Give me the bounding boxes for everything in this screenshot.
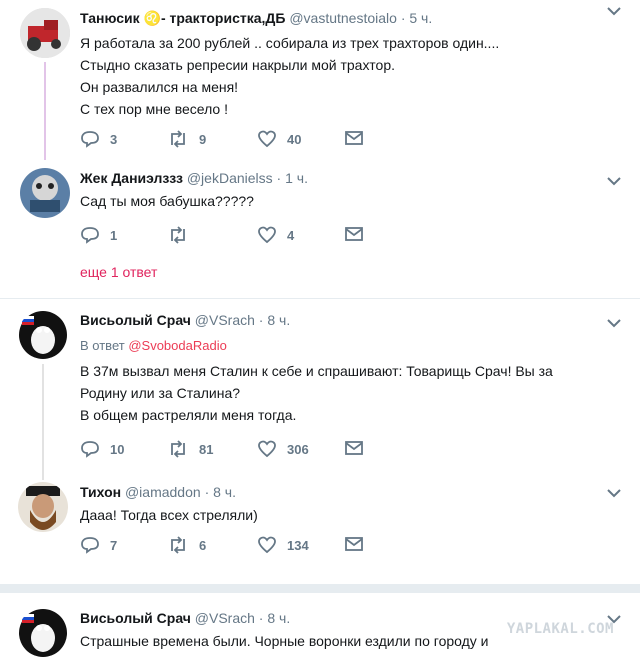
divider: [0, 298, 640, 299]
retweet-button[interactable]: 9: [167, 130, 206, 148]
tweet-line: В 37м вызвал меня Сталин к себе и спраши…: [80, 363, 553, 379]
chevron-down-icon[interactable]: [606, 318, 622, 328]
watermark: YAPLAKAL.COM: [506, 621, 614, 637]
like-button[interactable]: 40: [257, 130, 301, 148]
avatar[interactable]: [20, 168, 70, 218]
like-button[interactable]: 4: [257, 226, 294, 244]
thread-line: [44, 62, 46, 160]
retweet-count: 9: [199, 131, 207, 147]
reply-count: 1: [110, 227, 118, 243]
heart-icon: [258, 226, 276, 244]
author-handle[interactable]: @iamaddon: [125, 484, 201, 500]
tweet-line: Родину или за Сталина?: [80, 385, 241, 401]
retweet-button[interactable]: [167, 226, 199, 244]
author-name[interactable]: Жек Даниэлззз: [80, 170, 183, 186]
reply-count: 10: [110, 441, 125, 457]
tweet-time[interactable]: · 1 ч.: [277, 170, 308, 186]
reply-icon: [81, 227, 99, 244]
chevron-down-icon[interactable]: [606, 488, 622, 498]
message-button[interactable]: [344, 130, 364, 146]
tweet[interactable]: Жек Даниэлззз @jekDanielss · 1 ч. Сад ты…: [0, 160, 640, 300]
tweet[interactable]: Висьолый Срач @VSrach · 8 ч. В ответ @Sv…: [0, 300, 640, 480]
reply-mention-link[interactable]: @SvobodaRadio: [128, 338, 226, 353]
avatar[interactable]: [18, 608, 68, 658]
thread-line: [42, 364, 44, 480]
envelope-icon: [345, 227, 363, 241]
tweet-line: Дааа! Тогда всех стреляли): [80, 507, 258, 523]
like-button[interactable]: 134: [257, 536, 309, 554]
reply-button[interactable]: 1: [80, 226, 117, 244]
reply-icon: [81, 441, 99, 458]
tweet-text: Я работала за 200 рублей .. собирала из …: [80, 32, 499, 120]
message-button[interactable]: [344, 440, 364, 456]
like-count: 4: [287, 227, 295, 243]
envelope-icon: [345, 537, 363, 551]
heart-icon: [258, 536, 276, 554]
reply-icon: [81, 131, 99, 148]
like-button[interactable]: 306: [257, 440, 309, 458]
tweet-line: Он развалился на меня!: [80, 79, 239, 95]
reply-button[interactable]: 7: [80, 536, 117, 554]
tweet-text: Дааа! Тогда всех стреляли): [80, 504, 258, 526]
author-name[interactable]: Танюсик ♌- трактористка,ДБ: [80, 10, 285, 26]
tweet-line: Страшные времена были. Чорные воронки ез…: [80, 633, 489, 649]
retweet-icon: [171, 130, 185, 148]
author-handle[interactable]: @vastutnestoialo: [289, 10, 397, 26]
tweet-line: Стыдно сказать репресии накрыли мой трах…: [80, 57, 396, 73]
tweet-text: Страшные времена были. Чорные воронки ез…: [80, 630, 489, 652]
message-button[interactable]: [344, 226, 364, 242]
tweet[interactable]: Тихон @iamaddon · 8 ч. Дааа! Тогда всех …: [0, 474, 640, 574]
tweet-time[interactable]: · 8 ч.: [259, 312, 290, 328]
reply-prefix: В ответ: [80, 338, 125, 353]
avatar[interactable]: [18, 310, 68, 360]
author-name[interactable]: Висьолый Срач: [80, 610, 191, 626]
envelope-icon: [345, 131, 363, 145]
retweet-icon: [171, 440, 185, 458]
tweet-text: В 37м вызвал меня Сталин к себе и спраши…: [80, 360, 553, 426]
tweet-text: Сад ты моя бабушка?????: [80, 190, 254, 212]
retweet-button[interactable]: 6: [167, 536, 206, 554]
author-handle[interactable]: @VSrach: [195, 610, 255, 626]
tweet-time[interactable]: · 5 ч.: [401, 10, 432, 26]
reply-count: 3: [110, 131, 118, 147]
show-more-replies-link[interactable]: еще 1 ответ: [80, 264, 157, 280]
like-count: 134: [287, 537, 309, 553]
tweet-line: Я работала за 200 рублей .. собирала из …: [80, 35, 500, 51]
tweet[interactable]: Танюсик ♌- трактористка,ДБ @vastutnestoi…: [0, 0, 640, 160]
reply-icon: [81, 537, 99, 554]
tweet-line: Сад ты моя бабушка?????: [80, 193, 254, 209]
avatar[interactable]: [20, 8, 70, 58]
like-count: 40: [287, 131, 302, 147]
heart-icon: [258, 130, 276, 148]
retweet-icon: [171, 226, 185, 244]
envelope-icon: [345, 441, 363, 455]
retweet-button[interactable]: 81: [167, 440, 213, 458]
reply-context: В ответ @SvobodaRadio: [80, 338, 227, 353]
tweet-time[interactable]: · 8 ч.: [259, 610, 290, 626]
tweet-line: В общем растреляли меня тогда.: [80, 407, 297, 423]
author-handle[interactable]: @VSrach: [195, 312, 255, 328]
like-count: 306: [287, 441, 309, 457]
retweet-count: 81: [199, 441, 214, 457]
tweet-line: С тех пор мне весело !: [80, 101, 228, 117]
heart-icon: [258, 440, 276, 458]
reply-button[interactable]: 3: [80, 130, 117, 148]
reply-button[interactable]: 10: [80, 440, 124, 458]
author-name[interactable]: Тихон: [80, 484, 121, 500]
chevron-down-icon[interactable]: [606, 176, 622, 186]
retweet-count: 6: [199, 537, 207, 553]
author-handle[interactable]: @jekDanielss: [187, 170, 273, 186]
section-divider: [0, 584, 640, 593]
chevron-down-icon[interactable]: [606, 6, 622, 16]
tweet-time[interactable]: · 8 ч.: [205, 484, 236, 500]
avatar[interactable]: [18, 482, 68, 532]
retweet-icon: [171, 536, 185, 554]
message-button[interactable]: [344, 536, 364, 552]
author-name[interactable]: Висьолый Срач: [80, 312, 191, 328]
reply-count: 7: [110, 537, 118, 553]
